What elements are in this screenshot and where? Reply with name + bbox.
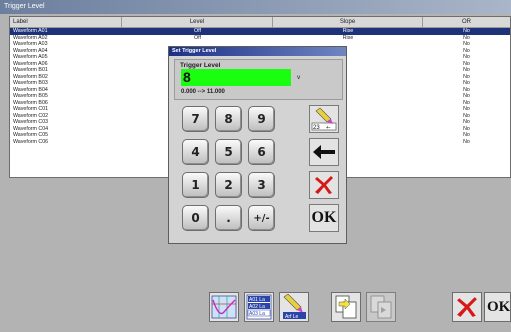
list-line-3: A03 La <box>249 311 265 317</box>
set-trigger-level-dialog: Set Trigger Level Trigger Level 8 v 0.00… <box>168 46 347 244</box>
copy-forward-button[interactable] <box>331 292 361 322</box>
backspace-arrow-icon <box>313 145 335 159</box>
list-line-1: A01 La <box>249 297 265 303</box>
entry-panel: Trigger Level 8 v 0.000 --> 11.000 <box>174 59 343 100</box>
list-line-2: A02 La <box>249 304 265 310</box>
key-0[interactable]: 0 <box>182 205 209 231</box>
toolbar-ok-button[interactable]: OK <box>484 292 511 322</box>
edit-label-button[interactable]: Arf Le <box>279 292 309 322</box>
key-6[interactable]: 6 <box>248 139 275 165</box>
key-decimal[interactable]: . <box>215 205 242 231</box>
header-slope[interactable]: Slope <box>273 17 423 27</box>
waveform-chart-icon <box>211 295 237 319</box>
cell-or: No <box>463 138 470 145</box>
label-list-icon: A01 La A02 La A03 La <box>246 294 272 320</box>
range-label: 0.000 --> 11.000 <box>181 89 225 95</box>
pen-key-button[interactable]: 23 +- <box>309 105 339 133</box>
pen-icon: 23 +- <box>311 107 337 131</box>
unit-label: v <box>297 74 301 81</box>
trigger-level-input[interactable]: 8 <box>181 69 291 86</box>
key-3[interactable]: 3 <box>248 172 275 198</box>
paste-documents-icon <box>370 295 392 319</box>
pen-key-text: 23 <box>313 125 320 131</box>
cancel-button[interactable] <box>309 171 339 199</box>
backspace-button[interactable] <box>309 138 339 166</box>
window-title: Trigger Level <box>0 0 511 14</box>
cross-icon <box>315 176 333 194</box>
header-level[interactable]: Level <box>122 17 273 27</box>
paste-button[interactable] <box>366 292 396 322</box>
key-plus-minus[interactable]: +/- <box>248 205 275 231</box>
key-9[interactable]: 9 <box>248 106 275 132</box>
key-5[interactable]: 5 <box>215 139 242 165</box>
cross-icon <box>457 297 477 317</box>
pen-edit-icon: Arf Le <box>283 294 306 320</box>
toolbar-cancel-button[interactable] <box>452 292 482 322</box>
header-label[interactable]: Label <box>10 17 122 27</box>
waveform-view-button[interactable] <box>209 292 239 322</box>
key-1[interactable]: 1 <box>182 172 209 198</box>
edit-icon-text: Arf Le <box>285 314 299 320</box>
header-or[interactable]: OR <box>423 17 510 27</box>
pen-key-sub: +- <box>326 125 331 131</box>
field-label: Trigger Level <box>180 62 221 69</box>
dialog-ok-button[interactable]: OK <box>309 204 339 232</box>
dialog-title: Set Trigger Level <box>169 47 346 56</box>
key-8[interactable]: 8 <box>215 106 242 132</box>
copy-documents-icon <box>335 295 357 319</box>
label-list-button[interactable]: A01 La A02 La A03 La <box>244 292 274 322</box>
key-7[interactable]: 7 <box>182 106 209 132</box>
key-4[interactable]: 4 <box>182 139 209 165</box>
key-2[interactable]: 2 <box>215 172 242 198</box>
table-header: Label Level Slope OR <box>10 17 510 28</box>
cell-label: Waveform C06 <box>13 138 49 145</box>
